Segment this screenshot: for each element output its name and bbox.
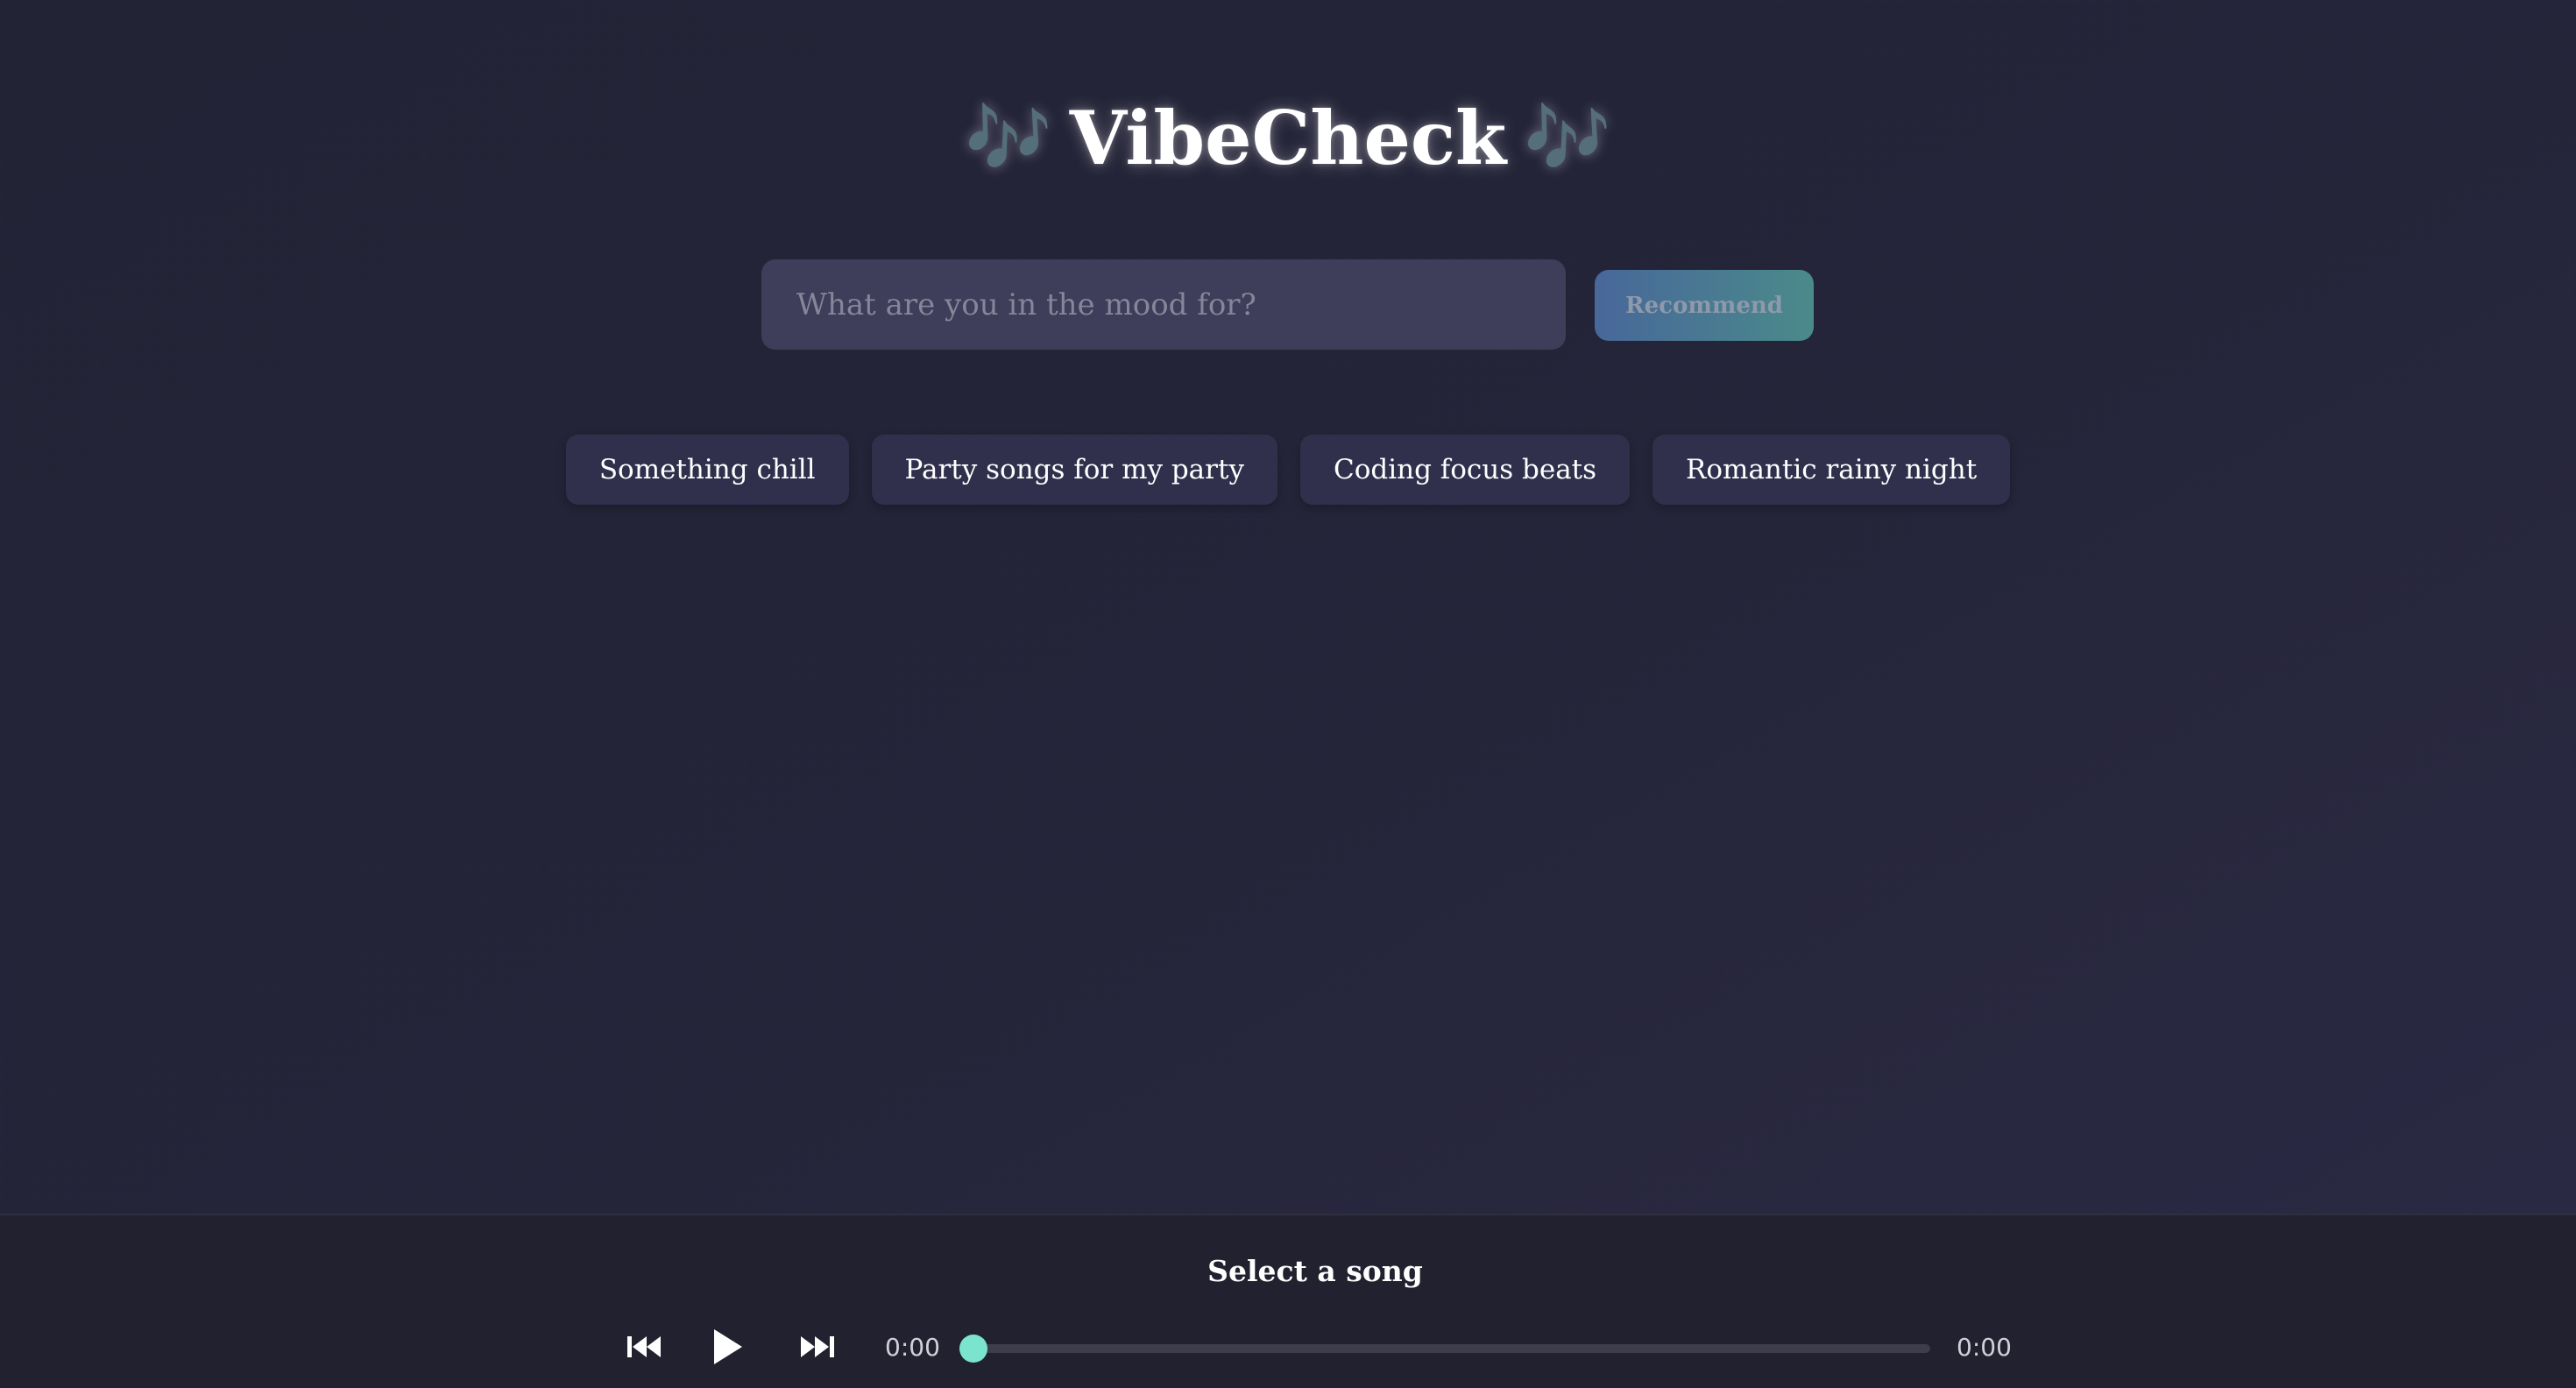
skip-next-icon (801, 1336, 834, 1357)
suggestion-chip-romantic-rainy[interactable]: Romantic rainy night (1652, 435, 2011, 505)
main-content: 🎶VibeCheck🎶 Recommend Something chill Pa… (0, 0, 2576, 1214)
play-button[interactable] (708, 1324, 747, 1370)
suggestion-chip-something-chill[interactable]: Something chill (565, 435, 849, 505)
next-track-button[interactable] (796, 1329, 838, 1364)
mood-search-input[interactable] (795, 286, 1532, 323)
suggestion-chip-party-songs[interactable]: Party songs for my party (871, 435, 1277, 505)
recommend-button[interactable]: Recommend (1595, 270, 1814, 341)
player-bar: Select a song 0:00 0:00 (0, 1214, 2576, 1388)
progress-bar[interactable] (959, 1335, 1930, 1363)
previous-track-button[interactable] (624, 1329, 666, 1364)
music-notes-icon: 🎶 (1524, 97, 1611, 179)
suggestion-chips: Something chill Party songs for my party… (0, 435, 2576, 505)
current-time: 0:00 (885, 1333, 940, 1362)
progress-handle[interactable] (959, 1335, 987, 1363)
mood-search-box (761, 259, 1566, 350)
app-title-text: VibeCheck (1069, 95, 1507, 181)
app-title: 🎶 VibeCheck 🎶 (0, 91, 2576, 186)
music-notes-icon: 🎶 (965, 97, 1052, 179)
duration-time: 0:00 (1957, 1333, 2012, 1362)
play-icon (714, 1329, 742, 1364)
now-playing-title: Select a song (1207, 1254, 1423, 1288)
skip-previous-icon (627, 1336, 661, 1357)
suggestion-chip-coding-focus[interactable]: Coding focus beats (1299, 435, 1631, 505)
